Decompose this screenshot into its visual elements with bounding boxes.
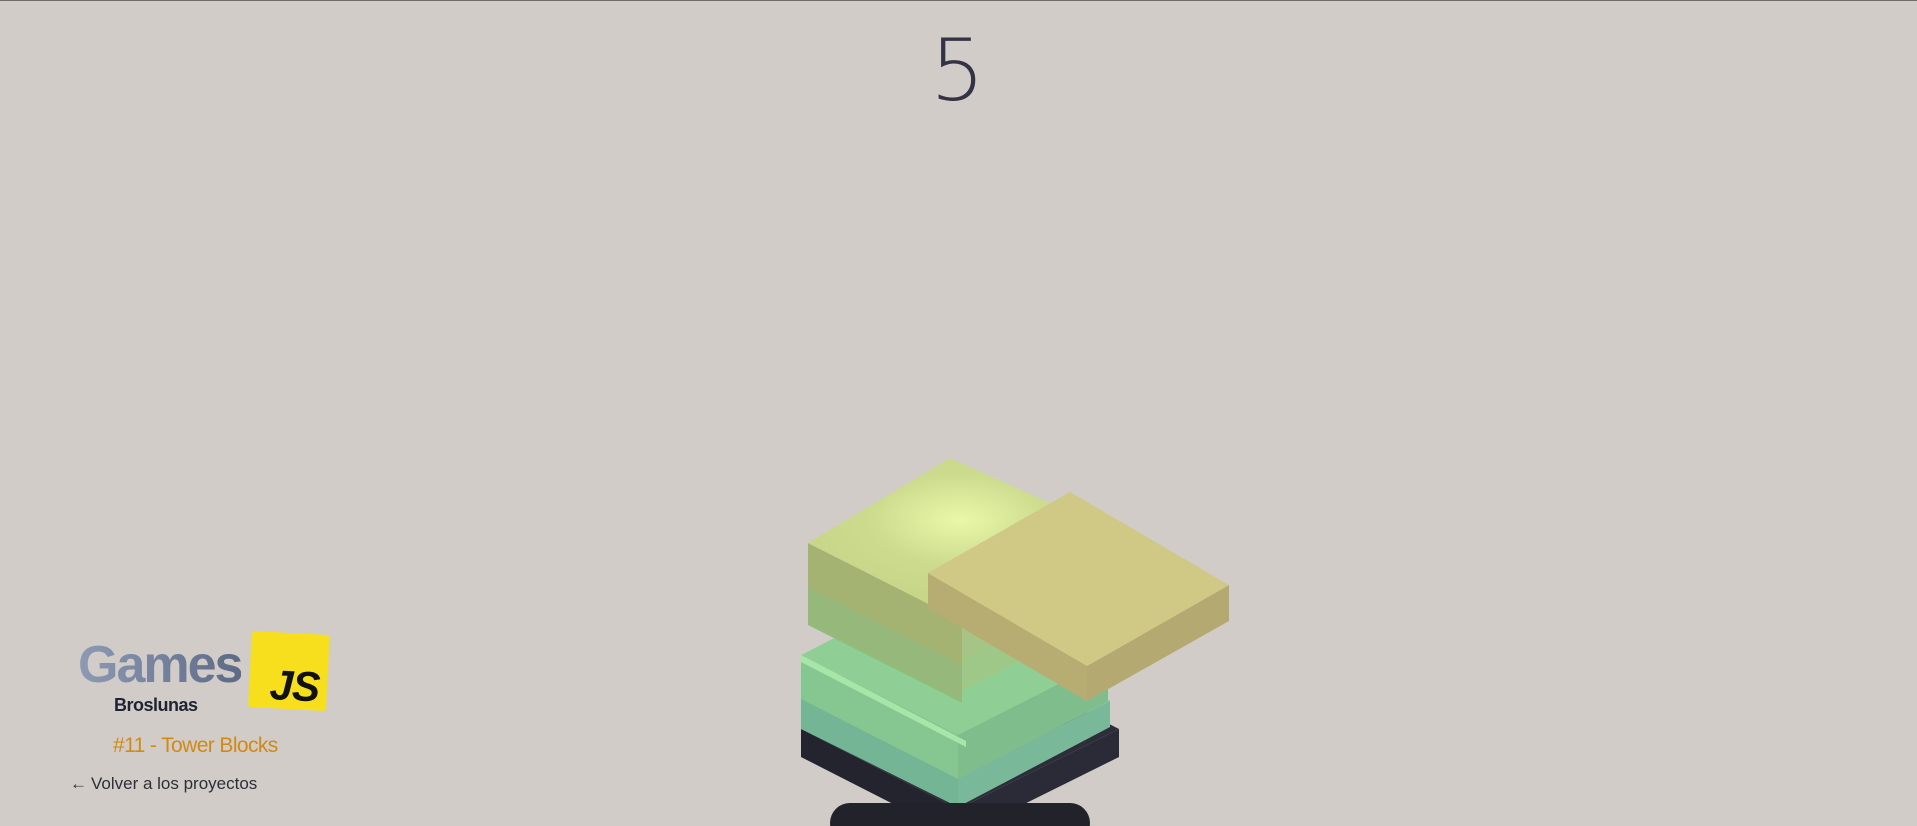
back-to-projects-link[interactable]: ← Volver a los proyectos <box>70 774 257 794</box>
project-title: #11 - Tower Blocks <box>113 734 278 757</box>
back-arrow-icon: ← <box>70 774 87 793</box>
js-logo-icon: JS <box>248 631 330 711</box>
js-badge-label: JS <box>268 661 321 711</box>
back-link-label: Volver a los proyectos <box>91 774 258 793</box>
author-name: Broslunas <box>114 695 198 715</box>
bottom-toolbar[interactable] <box>830 803 1090 826</box>
game-page: 5 Games JS Broslunas #11 - Tower Blocks … <box>0 0 1917 826</box>
games-wordmark: Games <box>78 636 243 694</box>
